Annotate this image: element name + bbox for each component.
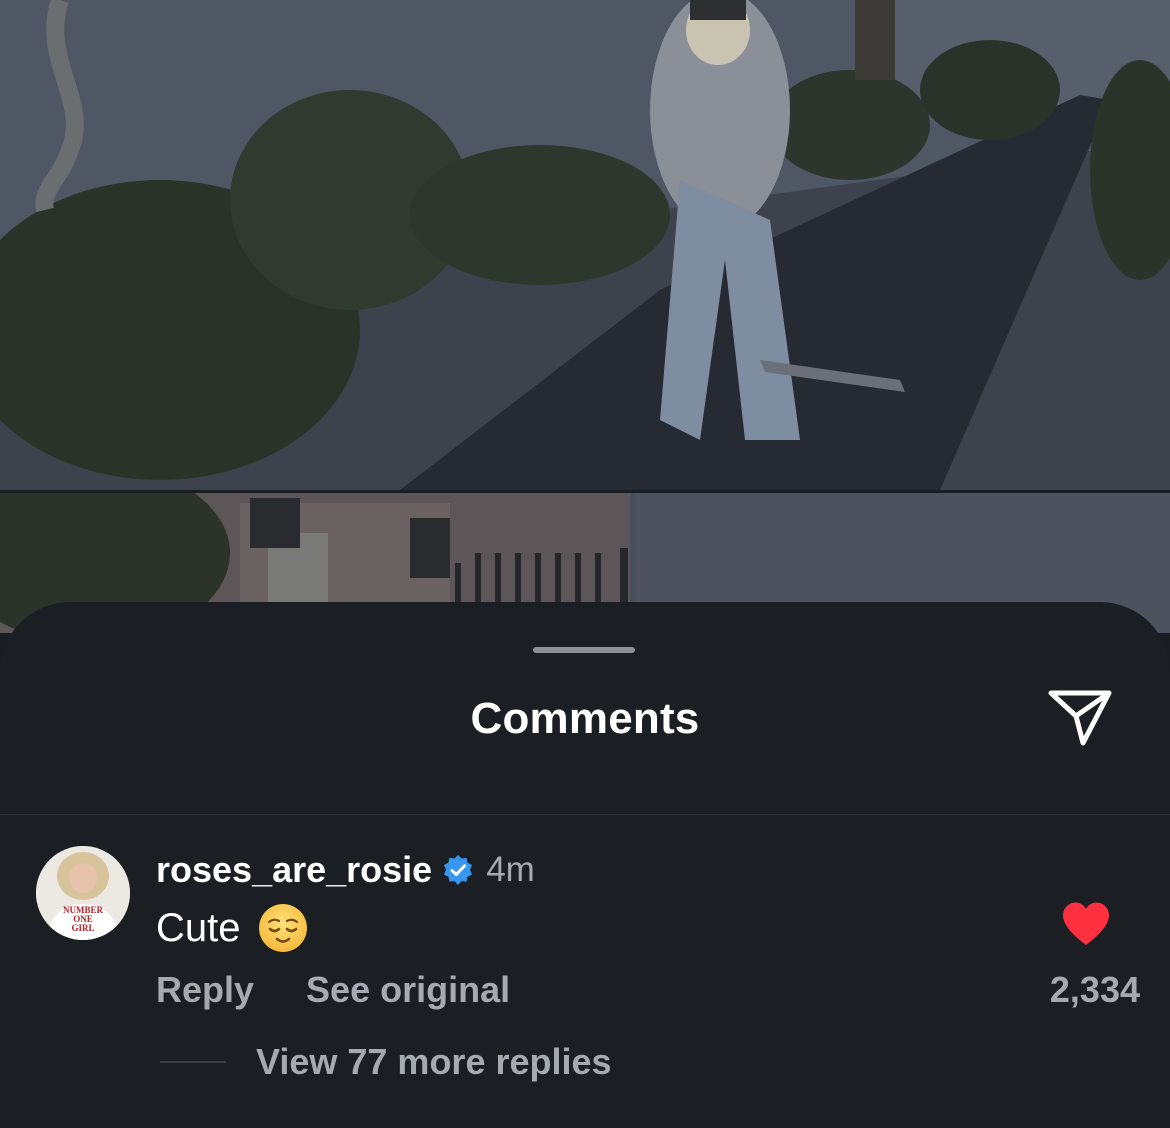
paper-plane-icon — [1047, 687, 1113, 754]
heart-icon — [1061, 901, 1111, 952]
avatar-image: NUMBER ONE GIRL — [36, 846, 130, 940]
verified-badge-icon — [442, 854, 474, 886]
avatar-shirt-line-3: GIRL — [71, 923, 94, 933]
header-divider — [0, 814, 1170, 815]
share-button[interactable] — [1044, 686, 1116, 754]
comments-sheet: Comments NUMBER ONE GIRL roses_are_rosie — [0, 602, 1170, 1128]
like-button[interactable] — [1058, 900, 1114, 952]
photo-scene — [0, 0, 1170, 490]
like-count: 2,334 — [1049, 969, 1140, 1010]
sheet-grabber-handle[interactable] — [533, 647, 635, 653]
comment-timestamp: 4m — [486, 850, 535, 889]
see-original-button[interactable]: See original — [306, 969, 510, 1011]
avatar[interactable]: NUMBER ONE GIRL — [36, 846, 130, 940]
comment-username[interactable]: roses_are_rosie — [156, 849, 432, 891]
view-replies-button[interactable]: View 77 more replies — [160, 1039, 612, 1085]
view-replies-label: View 77 more replies — [256, 1041, 612, 1082]
comment-actions: Reply See original — [156, 968, 510, 1012]
comment-body: Cute — [156, 902, 309, 954]
relieved-face-emoji — [257, 902, 309, 954]
comment-header: roses_are_rosie 4m — [156, 846, 535, 894]
reply-button[interactable]: Reply — [156, 969, 254, 1011]
replies-line — [160, 1061, 226, 1063]
comment-text: Cute — [156, 905, 241, 950]
sheet-title: Comments — [470, 694, 700, 743]
post-photo-top — [0, 0, 1170, 490]
